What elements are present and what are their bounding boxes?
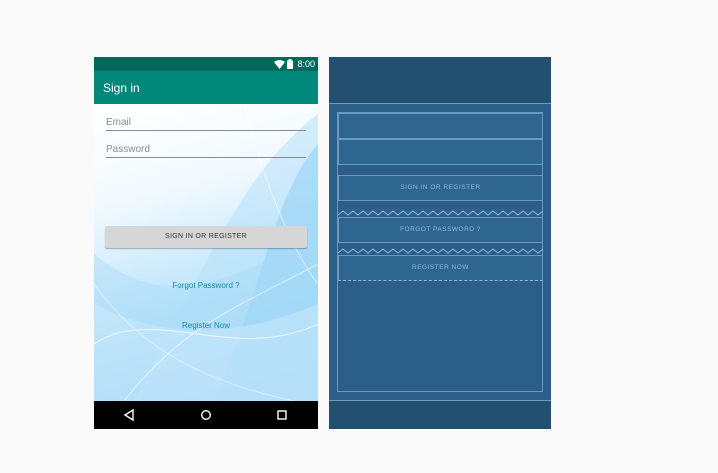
blueprint-zigzag-divider-2 bbox=[338, 248, 543, 254]
home-circle-icon[interactable] bbox=[199, 408, 213, 422]
app-bar: Sign in bbox=[94, 71, 318, 104]
battery-icon bbox=[287, 59, 294, 69]
status-time: 8:00 bbox=[297, 59, 315, 69]
sign-in-or-register-button[interactable]: SIGN IN OR REGISTER bbox=[105, 226, 307, 248]
forgot-password-link[interactable]: Forgot Password ? bbox=[94, 281, 318, 290]
recents-square-icon[interactable] bbox=[275, 408, 289, 422]
email-placeholder: Email bbox=[106, 117, 132, 128]
navigation-bar bbox=[94, 401, 318, 429]
blueprint-register-label: REGISTER NOW bbox=[412, 264, 469, 271]
blueprint-sign-in-label: SIGN IN OR REGISTER bbox=[400, 184, 481, 191]
blueprint-password-field[interactable] bbox=[338, 139, 543, 165]
email-field[interactable]: Email bbox=[106, 116, 306, 131]
back-triangle-icon[interactable] bbox=[122, 408, 136, 422]
blueprint-register-now[interactable]: REGISTER NOW bbox=[338, 255, 543, 281]
blueprint-navbar bbox=[329, 400, 551, 429]
blueprint-sign-in-button[interactable]: SIGN IN OR REGISTER bbox=[338, 175, 543, 201]
blueprint-preview: SIGN IN OR REGISTER FORGOT PASSWORD ? RE… bbox=[329, 57, 551, 429]
design-preview: 8:00 Sign in Email Password SIGN IN OR R… bbox=[94, 57, 318, 429]
password-field[interactable]: Password bbox=[106, 143, 306, 158]
blueprint-forgot-password[interactable]: FORGOT PASSWORD ? bbox=[338, 217, 543, 243]
wifi-icon bbox=[274, 59, 286, 69]
register-now-link[interactable]: Register Now bbox=[94, 321, 318, 330]
sign-in-form: Email Password SIGN IN OR REGISTER Forgo… bbox=[94, 104, 318, 401]
page-title: Sign in bbox=[103, 81, 140, 95]
blueprint-zigzag-divider bbox=[338, 210, 543, 216]
blueprint-email-field[interactable] bbox=[338, 113, 543, 139]
blueprint-toolbar bbox=[329, 57, 551, 104]
password-placeholder: Password bbox=[106, 144, 150, 155]
status-bar: 8:00 bbox=[94, 57, 318, 71]
blueprint-forgot-label: FORGOT PASSWORD ? bbox=[400, 226, 481, 233]
